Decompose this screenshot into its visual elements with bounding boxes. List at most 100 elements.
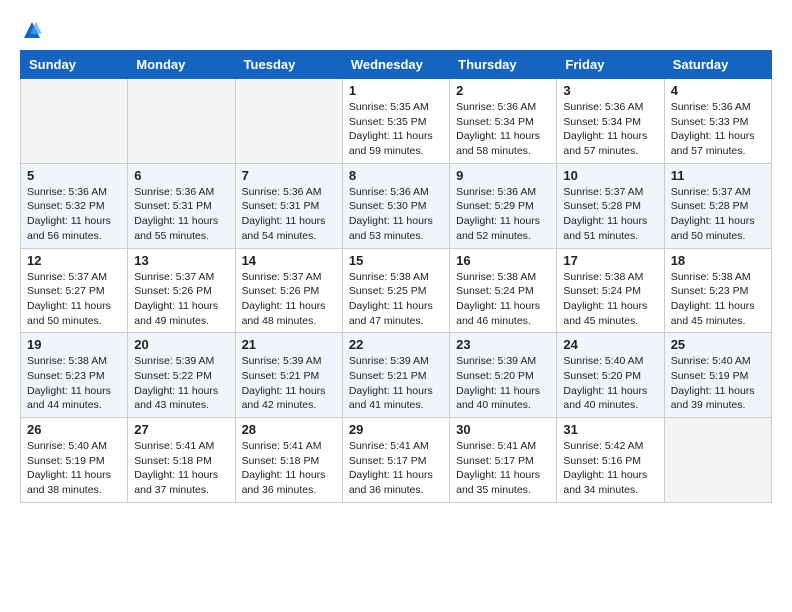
calendar-cell: 18Sunrise: 5:38 AM Sunset: 5:23 PM Dayli…	[664, 248, 771, 333]
calendar-cell: 28Sunrise: 5:41 AM Sunset: 5:18 PM Dayli…	[235, 418, 342, 503]
day-number: 25	[671, 337, 765, 352]
day-number: 29	[349, 422, 443, 437]
calendar-cell: 3 Sunrise: 5:36 AM Sunset: 5:34 PM Daylig…	[557, 79, 664, 164]
col-header-friday: Friday	[557, 51, 664, 79]
day-info: Sunrise: 5:37 AM Sunset: 5:26 PM Dayligh…	[134, 270, 228, 329]
calendar-header-row: SundayMondayTuesdayWednesdayThursdayFrid…	[21, 51, 772, 79]
calendar-cell: 23 Sunrise: 5:39 AM Sunset: 5:20 PM Dayli…	[450, 333, 557, 418]
day-info: Sunrise: 5:37 AM Sunset: 5:27 PM Dayligh…	[27, 270, 121, 329]
day-info: Sunrise: 5:36 AM Sunset: 5:30 PM Dayligh…	[349, 185, 443, 244]
day-number: 19	[27, 337, 121, 352]
day-info: Sunrise: 5:37 AM Sunset: 5:28 PM Dayligh…	[563, 185, 657, 244]
calendar-cell: 14 Sunrise: 5:37 AM Sunset: 5:26 PM Dayli…	[235, 248, 342, 333]
day-number: 22	[349, 337, 443, 352]
week-row-2: 5 Sunrise: 5:36 AM Sunset: 5:32 PM Daylig…	[21, 163, 772, 248]
week-row-5: 26 Sunrise: 5:40 AM Sunset: 5:19 PM Dayli…	[21, 418, 772, 503]
calendar-cell: 26 Sunrise: 5:40 AM Sunset: 5:19 PM Dayli…	[21, 418, 128, 503]
col-header-thursday: Thursday	[450, 51, 557, 79]
week-row-3: 12 Sunrise: 5:37 AM Sunset: 5:27 PM Dayli…	[21, 248, 772, 333]
day-info: Sunrise: 5:36 AM Sunset: 5:31 PM Dayligh…	[134, 185, 228, 244]
week-row-1: 1 Sunrise: 5:35 AM Sunset: 5:35 PM Daylig…	[21, 79, 772, 164]
day-number: 15	[349, 253, 443, 268]
day-number: 14	[242, 253, 336, 268]
calendar-cell: 24Sunrise: 5:40 AM Sunset: 5:20 PM Dayli…	[557, 333, 664, 418]
day-info: Sunrise: 5:37 AM Sunset: 5:28 PM Dayligh…	[671, 185, 765, 244]
day-info: Sunrise: 5:41 AM Sunset: 5:17 PM Dayligh…	[349, 439, 443, 498]
logo-icon	[22, 20, 42, 40]
calendar-cell	[128, 79, 235, 164]
day-info: Sunrise: 5:36 AM Sunset: 5:29 PM Dayligh…	[456, 185, 550, 244]
day-number: 6	[134, 168, 228, 183]
calendar-cell: 29 Sunrise: 5:41 AM Sunset: 5:17 PM Dayli…	[342, 418, 449, 503]
day-info: Sunrise: 5:38 AM Sunset: 5:25 PM Dayligh…	[349, 270, 443, 329]
day-info: Sunrise: 5:38 AM Sunset: 5:23 PM Dayligh…	[27, 354, 121, 413]
calendar-cell: 12 Sunrise: 5:37 AM Sunset: 5:27 PM Dayli…	[21, 248, 128, 333]
day-number: 9	[456, 168, 550, 183]
day-info: Sunrise: 5:42 AM Sunset: 5:16 PM Dayligh…	[563, 439, 657, 498]
day-info: Sunrise: 5:40 AM Sunset: 5:19 PM Dayligh…	[671, 354, 765, 413]
day-number: 31	[563, 422, 657, 437]
calendar-cell: 15 Sunrise: 5:38 AM Sunset: 5:25 PM Dayli…	[342, 248, 449, 333]
calendar-cell: 4Sunrise: 5:36 AM Sunset: 5:33 PM Daylig…	[664, 79, 771, 164]
day-info: Sunrise: 5:36 AM Sunset: 5:32 PM Dayligh…	[27, 185, 121, 244]
day-info: Sunrise: 5:36 AM Sunset: 5:33 PM Dayligh…	[671, 100, 765, 159]
week-row-4: 19 Sunrise: 5:38 AM Sunset: 5:23 PM Dayli…	[21, 333, 772, 418]
day-number: 2	[456, 83, 550, 98]
day-number: 27	[134, 422, 228, 437]
day-number: 13	[134, 253, 228, 268]
day-number: 21	[242, 337, 336, 352]
calendar-cell: 2 Sunrise: 5:36 AM Sunset: 5:34 PM Daylig…	[450, 79, 557, 164]
logo	[20, 20, 42, 40]
calendar-cell: 30 Sunrise: 5:41 AM Sunset: 5:17 PM Dayli…	[450, 418, 557, 503]
calendar-cell: 17Sunrise: 5:38 AM Sunset: 5:24 PM Dayli…	[557, 248, 664, 333]
day-info: Sunrise: 5:38 AM Sunset: 5:24 PM Dayligh…	[456, 270, 550, 329]
calendar-cell: 7Sunrise: 5:36 AM Sunset: 5:31 PM Daylig…	[235, 163, 342, 248]
day-number: 23	[456, 337, 550, 352]
day-info: Sunrise: 5:36 AM Sunset: 5:34 PM Dayligh…	[456, 100, 550, 159]
calendar-cell: 8 Sunrise: 5:36 AM Sunset: 5:30 PM Daylig…	[342, 163, 449, 248]
day-info: Sunrise: 5:39 AM Sunset: 5:20 PM Dayligh…	[456, 354, 550, 413]
calendar-cell	[235, 79, 342, 164]
col-header-wednesday: Wednesday	[342, 51, 449, 79]
calendar-cell: 9 Sunrise: 5:36 AM Sunset: 5:29 PM Daylig…	[450, 163, 557, 248]
day-info: Sunrise: 5:38 AM Sunset: 5:24 PM Dayligh…	[563, 270, 657, 329]
calendar-cell: 1 Sunrise: 5:35 AM Sunset: 5:35 PM Daylig…	[342, 79, 449, 164]
day-number: 8	[349, 168, 443, 183]
day-info: Sunrise: 5:39 AM Sunset: 5:21 PM Dayligh…	[349, 354, 443, 413]
col-header-monday: Monday	[128, 51, 235, 79]
day-number: 3	[563, 83, 657, 98]
calendar-cell: 31 Sunrise: 5:42 AM Sunset: 5:16 PM Dayli…	[557, 418, 664, 503]
day-info: Sunrise: 5:39 AM Sunset: 5:22 PM Dayligh…	[134, 354, 228, 413]
calendar-cell: 25 Sunrise: 5:40 AM Sunset: 5:19 PM Dayli…	[664, 333, 771, 418]
day-info: Sunrise: 5:35 AM Sunset: 5:35 PM Dayligh…	[349, 100, 443, 159]
day-info: Sunrise: 5:41 AM Sunset: 5:18 PM Dayligh…	[134, 439, 228, 498]
calendar-cell: 16Sunrise: 5:38 AM Sunset: 5:24 PM Dayli…	[450, 248, 557, 333]
calendar-cell: 19 Sunrise: 5:38 AM Sunset: 5:23 PM Dayli…	[21, 333, 128, 418]
day-info: Sunrise: 5:37 AM Sunset: 5:26 PM Dayligh…	[242, 270, 336, 329]
day-number: 30	[456, 422, 550, 437]
calendar-cell: 27 Sunrise: 5:41 AM Sunset: 5:18 PM Dayli…	[128, 418, 235, 503]
day-info: Sunrise: 5:41 AM Sunset: 5:17 PM Dayligh…	[456, 439, 550, 498]
col-header-tuesday: Tuesday	[235, 51, 342, 79]
calendar-cell: 5 Sunrise: 5:36 AM Sunset: 5:32 PM Daylig…	[21, 163, 128, 248]
day-info: Sunrise: 5:36 AM Sunset: 5:34 PM Dayligh…	[563, 100, 657, 159]
calendar-cell: 10 Sunrise: 5:37 AM Sunset: 5:28 PM Dayli…	[557, 163, 664, 248]
calendar-table: SundayMondayTuesdayWednesdayThursdayFrid…	[20, 50, 772, 503]
day-number: 10	[563, 168, 657, 183]
calendar-cell: 22 Sunrise: 5:39 AM Sunset: 5:21 PM Dayli…	[342, 333, 449, 418]
day-number: 12	[27, 253, 121, 268]
day-number: 20	[134, 337, 228, 352]
day-info: Sunrise: 5:40 AM Sunset: 5:19 PM Dayligh…	[27, 439, 121, 498]
calendar-cell: 6 Sunrise: 5:36 AM Sunset: 5:31 PM Daylig…	[128, 163, 235, 248]
day-info: Sunrise: 5:36 AM Sunset: 5:31 PM Dayligh…	[242, 185, 336, 244]
day-number: 28	[242, 422, 336, 437]
day-info: Sunrise: 5:38 AM Sunset: 5:23 PM Dayligh…	[671, 270, 765, 329]
calendar-cell: 11 Sunrise: 5:37 AM Sunset: 5:28 PM Dayli…	[664, 163, 771, 248]
day-number: 1	[349, 83, 443, 98]
calendar-cell: 21Sunrise: 5:39 AM Sunset: 5:21 PM Dayli…	[235, 333, 342, 418]
day-number: 11	[671, 168, 765, 183]
col-header-sunday: Sunday	[21, 51, 128, 79]
day-number: 26	[27, 422, 121, 437]
page-header	[20, 20, 772, 40]
day-number: 5	[27, 168, 121, 183]
